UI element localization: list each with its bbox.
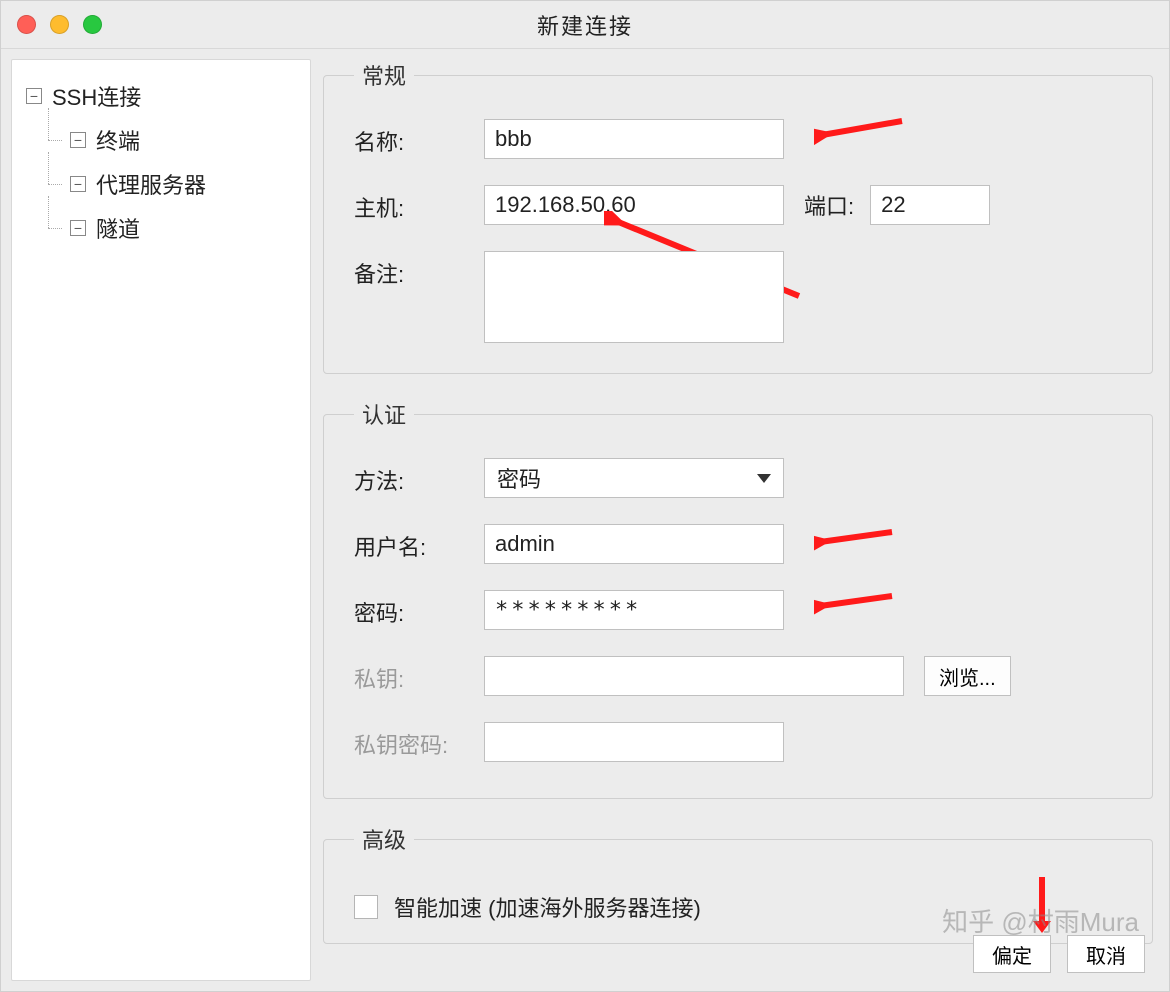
chevron-down-icon bbox=[757, 474, 771, 483]
keypass-input[interactable] bbox=[484, 722, 784, 762]
dialog-buttons: 偏定 取消 bbox=[973, 935, 1145, 973]
tree-collapse-icon[interactable]: − bbox=[70, 220, 86, 236]
method-select[interactable]: 密码 bbox=[484, 458, 784, 498]
panel-legend: 高级 bbox=[354, 823, 414, 855]
method-select-value: 密码 bbox=[497, 462, 541, 494]
dialog-window: 新建连接 − SSH连接 − 终端 − 代理服务器 − 隧道 bbox=[0, 0, 1170, 992]
panel-general: 常规 名称: 主机: 端口: bbox=[323, 59, 1153, 374]
method-label: 方法: bbox=[354, 458, 464, 496]
sidebar-item-terminal[interactable]: − 终端 bbox=[22, 118, 300, 162]
window-controls bbox=[17, 15, 102, 34]
smart-accel-label: 智能加速 (加速海外服务器连接) bbox=[394, 891, 701, 923]
tree-collapse-icon[interactable]: − bbox=[70, 132, 86, 148]
browse-button[interactable]: 浏览... bbox=[924, 656, 1011, 696]
main-content: 常规 名称: 主机: 端口: bbox=[323, 59, 1159, 981]
minimize-window-button[interactable] bbox=[50, 15, 69, 34]
privatekey-input[interactable] bbox=[484, 656, 904, 696]
sidebar-item-ssh[interactable]: − SSH连接 bbox=[22, 74, 300, 118]
tree-collapse-icon[interactable]: − bbox=[70, 176, 86, 192]
zoom-window-button[interactable] bbox=[83, 15, 102, 34]
panel-legend: 认证 bbox=[354, 398, 414, 430]
tree-collapse-icon[interactable]: − bbox=[26, 88, 42, 104]
sidebar-tree: − SSH连接 − 终端 − 代理服务器 − 隧道 bbox=[11, 59, 311, 981]
sidebar-item-tunnel[interactable]: − 隧道 bbox=[22, 206, 300, 250]
name-input[interactable] bbox=[484, 119, 784, 159]
body-area: − SSH连接 − 终端 − 代理服务器 − 隧道 常规 名称: bbox=[1, 49, 1169, 991]
panel-legend: 常规 bbox=[354, 59, 414, 91]
host-input[interactable] bbox=[484, 185, 784, 225]
sidebar-item-label: 隧道 bbox=[96, 212, 140, 244]
password-input[interactable] bbox=[484, 590, 784, 630]
window-title: 新建连接 bbox=[537, 9, 633, 41]
username-input[interactable] bbox=[484, 524, 784, 564]
port-label: 端口: bbox=[804, 189, 854, 221]
close-window-button[interactable] bbox=[17, 15, 36, 34]
sidebar-item-label: SSH连接 bbox=[52, 80, 141, 112]
sidebar-item-proxy[interactable]: − 代理服务器 bbox=[22, 162, 300, 206]
annotation-arrow-icon bbox=[814, 113, 904, 153]
remark-textarea[interactable] bbox=[484, 251, 784, 343]
name-label: 名称: bbox=[354, 119, 464, 157]
ok-button[interactable]: 偏定 bbox=[973, 935, 1051, 973]
sidebar-item-label: 终端 bbox=[96, 124, 140, 156]
host-label: 主机: bbox=[354, 185, 464, 223]
port-input[interactable] bbox=[870, 185, 990, 225]
annotation-arrow-icon bbox=[814, 522, 894, 558]
annotation-arrow-icon bbox=[814, 586, 894, 622]
privatekey-label: 私钥: bbox=[354, 656, 464, 694]
remark-label: 备注: bbox=[354, 251, 464, 289]
titlebar: 新建连接 bbox=[1, 1, 1169, 49]
sidebar-item-label: 代理服务器 bbox=[96, 168, 206, 200]
keypass-label: 私钥密码: bbox=[354, 722, 464, 760]
watermark-text: 知乎 @村雨Mura bbox=[942, 902, 1139, 939]
panel-auth: 认证 方法: 密码 用户名: 密码: bbox=[323, 398, 1153, 799]
password-label: 密码: bbox=[354, 590, 464, 628]
cancel-button[interactable]: 取消 bbox=[1067, 935, 1145, 973]
username-label: 用户名: bbox=[354, 524, 464, 562]
smart-accel-checkbox[interactable] bbox=[354, 895, 378, 919]
